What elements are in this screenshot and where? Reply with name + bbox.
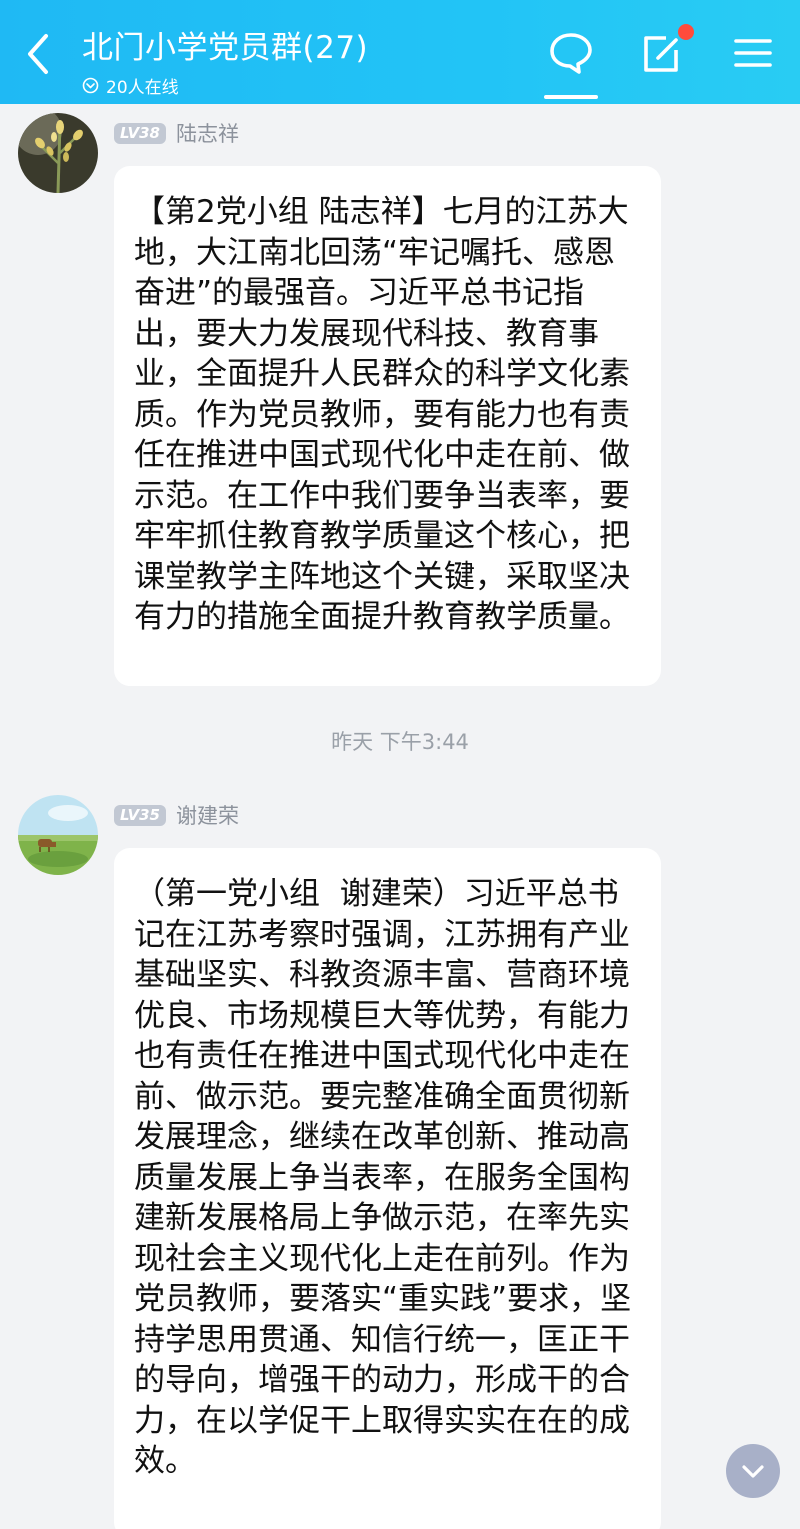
back-icon: [28, 34, 48, 74]
avatar[interactable]: [18, 795, 98, 875]
message-bubble[interactable]: （第一党小组 谢建荣）习近平总书记在江苏考察时强调，江苏拥有产业基础坚实、科教资…: [114, 848, 661, 1529]
message-timestamp: 昨天 下午3:44: [331, 730, 469, 754]
message-bubble[interactable]: 【第2党小组 陆志祥】七月的江苏大地，大江南北回荡“牢记嘱托、感恩奋进”的最强音…: [114, 166, 661, 686]
menu-icon[interactable]: [728, 28, 778, 78]
sender-info: LV38 陆志祥: [114, 118, 239, 148]
scroll-to-bottom-button[interactable]: [726, 1444, 780, 1498]
group-title: 北门小学党员群(27): [82, 30, 369, 66]
online-status: 20人在线: [82, 73, 368, 98]
message-text: 【第2党小组 陆志祥】七月的江苏大地，大江南北回荡“牢记嘱托、感恩奋进”的最强音…: [134, 194, 630, 635]
plant-photo-avatar: [18, 113, 98, 193]
level-badge: LV38: [114, 122, 166, 144]
chat-bubble-icon[interactable]: [546, 28, 596, 78]
message-text: （第一党小组 谢建荣）习近平总书记在江苏考察时强调，江苏拥有产业基础坚实、科教资…: [134, 876, 632, 1479]
chat-header: 北门小学党员群(27) 20人在线: [0, 0, 800, 104]
online-count: 20人在线: [106, 78, 179, 98]
chevron-down-icon: [742, 1465, 764, 1478]
sender-name[interactable]: 陆志祥: [176, 118, 239, 148]
grassland-cow-photo-avatar: [18, 795, 98, 875]
active-tab-indicator: [544, 95, 598, 99]
sender-info: LV35 谢建荣: [114, 800, 239, 830]
group-title-area[interactable]: 北门小学党员群(27) 20人在线: [82, 22, 368, 98]
level-badge: LV35: [114, 804, 166, 826]
online-indicator-icon: [82, 77, 99, 94]
sender-name[interactable]: 谢建荣: [176, 800, 239, 830]
back-button[interactable]: [18, 30, 62, 78]
notification-dot: [678, 24, 694, 40]
avatar[interactable]: [18, 113, 98, 193]
